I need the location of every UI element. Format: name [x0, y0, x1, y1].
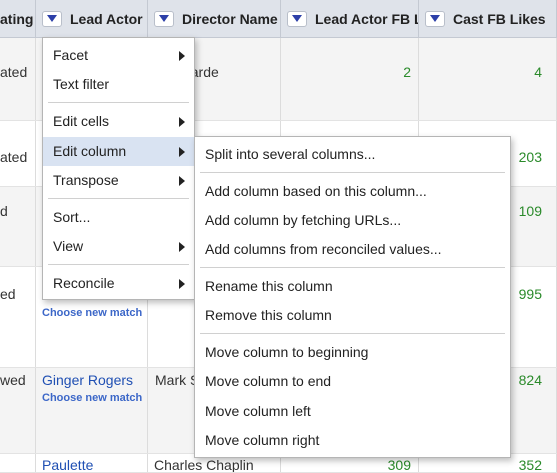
- column-header-label: Director Name: [182, 10, 278, 27]
- column-header-cast-fb-likes[interactable]: Cast FB Likes: [419, 0, 557, 38]
- chevron-right-icon: [179, 279, 185, 289]
- menu-item-move-column-to-end[interactable]: Move column to end: [195, 367, 510, 396]
- column-header-lead-actor-fb-likes[interactable]: Lead Actor FB L: [281, 0, 419, 38]
- column-header-label: Cast FB Likes: [453, 10, 546, 27]
- table-cell: ed: [0, 267, 36, 367]
- table-cell: [0, 454, 36, 472]
- menu-item-move-column-left[interactable]: Move column left: [195, 397, 510, 426]
- menu-item-text-filter[interactable]: Text filter: [43, 70, 194, 99]
- menu-item-sort[interactable]: Sort...: [43, 203, 194, 232]
- chevron-right-icon: [179, 51, 185, 61]
- choose-new-match-link[interactable]: Choose new match: [42, 307, 142, 319]
- column-header-label: ating: [0, 10, 34, 27]
- cast-likes-value: 824: [518, 372, 542, 388]
- column-menu-dropdown-button[interactable]: [154, 10, 174, 27]
- table-cell[interactable]: Ginger Rogers Choose new match: [36, 368, 148, 453]
- lead-actor-link[interactable]: Paulette: [42, 457, 93, 472]
- triangle-down-icon: [430, 15, 440, 22]
- column-header-label: Lead Actor FB L: [315, 10, 419, 27]
- menu-divider: [200, 267, 505, 268]
- menu-item-split-into-several-columns[interactable]: Split into several columns...: [195, 140, 510, 169]
- table-cell[interactable]: 2: [281, 38, 419, 120]
- rating-value: ated: [0, 149, 28, 165]
- menu-divider: [48, 198, 189, 199]
- cast-likes-value: 4: [534, 64, 542, 80]
- column-header-label: Lead Actor: [70, 10, 143, 27]
- menu-item-transpose[interactable]: Transpose: [43, 166, 194, 195]
- menu-item-edit-cells[interactable]: Edit cells: [43, 107, 194, 136]
- triangle-down-icon: [47, 15, 57, 22]
- menu-item-remove-this-column[interactable]: Remove this column: [195, 301, 510, 330]
- table-cell: d: [0, 187, 36, 266]
- menu-item-add-columns-from-reconciled-values[interactable]: Add columns from reconciled values...: [195, 235, 510, 264]
- menu-item-reconcile[interactable]: Reconcile: [43, 269, 194, 298]
- menu-item-edit-column[interactable]: Edit column: [43, 137, 194, 166]
- menu-divider: [48, 102, 189, 103]
- cast-likes-value: 109: [518, 203, 542, 219]
- director-value: Charles Chaplin: [154, 457, 254, 472]
- table-cell: wed: [0, 368, 36, 453]
- table-cell: ated: [0, 121, 36, 186]
- column-context-menu: Facet Text filter Edit cells Edit column…: [42, 37, 195, 300]
- table-cell: ated: [0, 38, 36, 120]
- triangle-down-icon: [159, 15, 169, 22]
- menu-item-add-column-based-on-this-column[interactable]: Add column based on this column...: [195, 177, 510, 206]
- rating-value: ed: [0, 286, 16, 302]
- choose-new-match-link[interactable]: Choose new match: [42, 392, 142, 404]
- column-menu-dropdown-button[interactable]: [42, 10, 62, 27]
- column-header-lead-actor[interactable]: Lead Actor: [36, 0, 148, 38]
- chevron-right-icon: [179, 242, 185, 252]
- chevron-right-icon: [179, 147, 185, 157]
- cast-likes-value: 352: [518, 457, 542, 472]
- actor-likes-value: 2: [403, 64, 411, 80]
- rating-value: d: [0, 203, 8, 219]
- actor-likes-value: 309: [387, 457, 411, 472]
- chevron-right-icon: [179, 176, 185, 186]
- chevron-right-icon: [179, 117, 185, 127]
- rating-value: ated: [0, 64, 28, 80]
- menu-divider: [200, 172, 505, 173]
- menu-divider: [200, 333, 505, 334]
- lead-actor-link[interactable]: Ginger Rogers: [42, 372, 133, 388]
- menu-item-view[interactable]: View: [43, 232, 194, 261]
- column-header-rating[interactable]: ating: [0, 0, 36, 38]
- menu-divider: [48, 264, 189, 265]
- triangle-down-icon: [292, 15, 302, 22]
- column-header-director-name[interactable]: Director Name: [148, 0, 281, 38]
- menu-item-facet[interactable]: Facet: [43, 41, 194, 70]
- edit-column-submenu: Split into several columns... Add column…: [194, 136, 511, 458]
- cast-likes-value: 203: [518, 149, 542, 165]
- table-cell[interactable]: 4: [419, 38, 557, 120]
- menu-item-move-column-right[interactable]: Move column right: [195, 426, 510, 455]
- table-cell[interactable]: Paulette: [36, 454, 148, 472]
- menu-item-rename-this-column[interactable]: Rename this column: [195, 272, 510, 301]
- director-value: Mark S: [155, 372, 200, 388]
- menu-item-move-column-to-beginning[interactable]: Move column to beginning: [195, 338, 510, 367]
- column-menu-dropdown-button[interactable]: [425, 10, 445, 27]
- menu-item-add-column-by-fetching-urls[interactable]: Add column by fetching URLs...: [195, 206, 510, 235]
- cast-likes-value: 995: [518, 286, 542, 302]
- column-menu-dropdown-button[interactable]: [287, 10, 307, 27]
- rating-value: wed: [0, 372, 26, 388]
